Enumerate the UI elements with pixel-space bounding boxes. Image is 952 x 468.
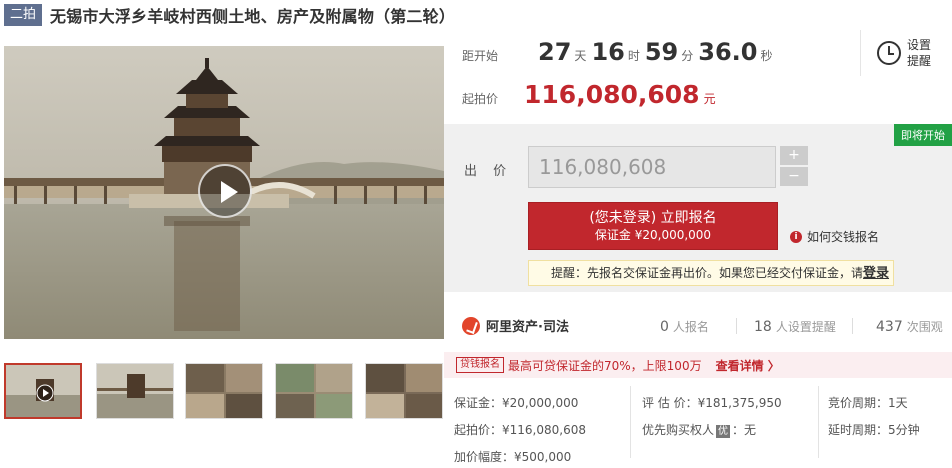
thumbnail-image-5[interactable]	[365, 363, 443, 419]
bid-decrease-button[interactable]: −	[780, 167, 808, 186]
priority-buyer-value: ：无	[732, 423, 757, 437]
main-image[interactable]	[4, 46, 444, 339]
start-price-value: 116,080,608	[524, 80, 700, 109]
loan-banner: 贷钱报名 最高可贷保证金的70%，上限100万 查看详情 〉	[444, 352, 952, 378]
divider	[630, 386, 631, 458]
signup-button-label: (您未登录) 立即报名	[589, 210, 717, 226]
set-reminder-button[interactable]: 设置提醒	[860, 30, 940, 76]
divider	[736, 318, 737, 334]
signup-button[interactable]: (您未登录) 立即报名 保证金 ¥20,000,000	[528, 202, 778, 250]
ali-asset-icon	[462, 316, 480, 335]
start-price-unit: 元	[703, 92, 716, 106]
thumbnail-image-2[interactable]	[96, 363, 174, 419]
view-count-value: 437	[876, 319, 903, 335]
view-count: 437 次围观	[876, 318, 943, 335]
divider	[818, 386, 819, 458]
set-reminder-label: 设置提醒	[907, 38, 932, 68]
view-count-label: 次围观	[906, 320, 943, 334]
info-icon: i	[790, 230, 802, 243]
thumbnail-image-3[interactable]	[185, 363, 263, 419]
countdown: 距开始 27 天 16 时 59 分 36.0 秒	[462, 38, 778, 66]
bid-increase-button[interactable]: +	[780, 146, 808, 165]
countdown-days-unit: 天	[574, 49, 587, 63]
how-to-pay-link[interactable]: i 如何交钱报名	[790, 228, 879, 245]
countdown-hours: 16	[591, 38, 625, 66]
ali-asset-logo: 阿里资产·司法	[462, 316, 569, 335]
login-notice: 提醒：先报名交保证金再出价。如果您已经交付保证金，请登录	[528, 260, 894, 286]
countdown-minutes-unit: 分	[681, 49, 694, 63]
loan-tag: 贷钱报名	[456, 357, 504, 373]
appraisal-info: 评 估 价：¥181,375,950	[642, 396, 782, 410]
bid-amount-input[interactable]: 116,080,608	[528, 146, 776, 188]
countdown-seconds-unit: 秒	[760, 49, 773, 63]
loan-details-link[interactable]: 查看详情 〉	[716, 357, 780, 374]
thumbnail-video[interactable]	[4, 363, 82, 419]
reminder-count-label: 人设置提醒	[775, 320, 836, 334]
alarm-clock-icon	[877, 41, 901, 65]
loan-text: 最高可贷保证金的70%，上限100万	[508, 358, 702, 373]
title-row: 二拍 无锡市大浮乡羊岐村西侧土地、房产及附属物（第二轮）	[4, 3, 455, 27]
reminder-count-value: 18	[754, 319, 772, 335]
start-price-info: 起拍价：¥116,080,608	[454, 423, 586, 437]
signup-count-label: 人报名	[672, 320, 709, 334]
priority-tag: 优	[716, 425, 731, 438]
priority-buyer-info: 优先购买权人优：无	[642, 421, 756, 438]
countdown-seconds: 36.0	[698, 38, 758, 66]
how-to-pay-label: 如何交钱报名	[807, 230, 880, 244]
reminder-count: 18 人设置提醒	[754, 318, 836, 335]
increment-info: 加价幅度：¥500,000	[454, 450, 572, 464]
brand-label: 阿里资产·司法	[486, 320, 569, 335]
page-title: 无锡市大浮乡羊岐村西侧土地、房产及附属物（第二轮）	[50, 7, 456, 26]
divider	[852, 318, 853, 334]
countdown-hours-unit: 时	[627, 49, 640, 63]
play-icon	[221, 181, 238, 203]
priority-buyer-label: 优先购买权人	[642, 423, 715, 437]
signup-count: 0 人报名	[660, 318, 709, 335]
bid-label: 出 价	[464, 164, 513, 179]
notice-text: 提醒：先报名交保证金再出价。如果您已经交付保证金，请	[551, 266, 864, 280]
countdown-days: 27	[538, 38, 572, 66]
signup-deposit-label: 保证金 ¥20,000,000	[594, 228, 712, 242]
bid-panel: 即将开始 出 价 116,080,608 + − (您未登录) 立即报名 保证金…	[444, 124, 952, 292]
signup-count-value: 0	[660, 319, 669, 335]
thumbnail-strip	[4, 363, 444, 421]
video-play-button[interactable]	[198, 164, 252, 218]
start-price: 起拍价 116,080,608 元	[462, 80, 716, 109]
bid-cycle-info: 竞价周期：1天	[828, 396, 908, 410]
thumbnail-image-4[interactable]	[275, 363, 353, 419]
delay-cycle-info: 延时周期：5分钟	[828, 423, 920, 437]
status-badge: 即将开始	[894, 124, 952, 146]
deposit-info: 保证金：¥20,000,000	[454, 396, 579, 410]
start-price-label: 起拍价	[462, 92, 499, 106]
countdown-minutes: 59	[644, 38, 679, 66]
round-tag: 二拍	[4, 4, 43, 26]
countdown-label: 距开始	[462, 49, 499, 63]
login-link[interactable]: 登录	[863, 266, 889, 281]
